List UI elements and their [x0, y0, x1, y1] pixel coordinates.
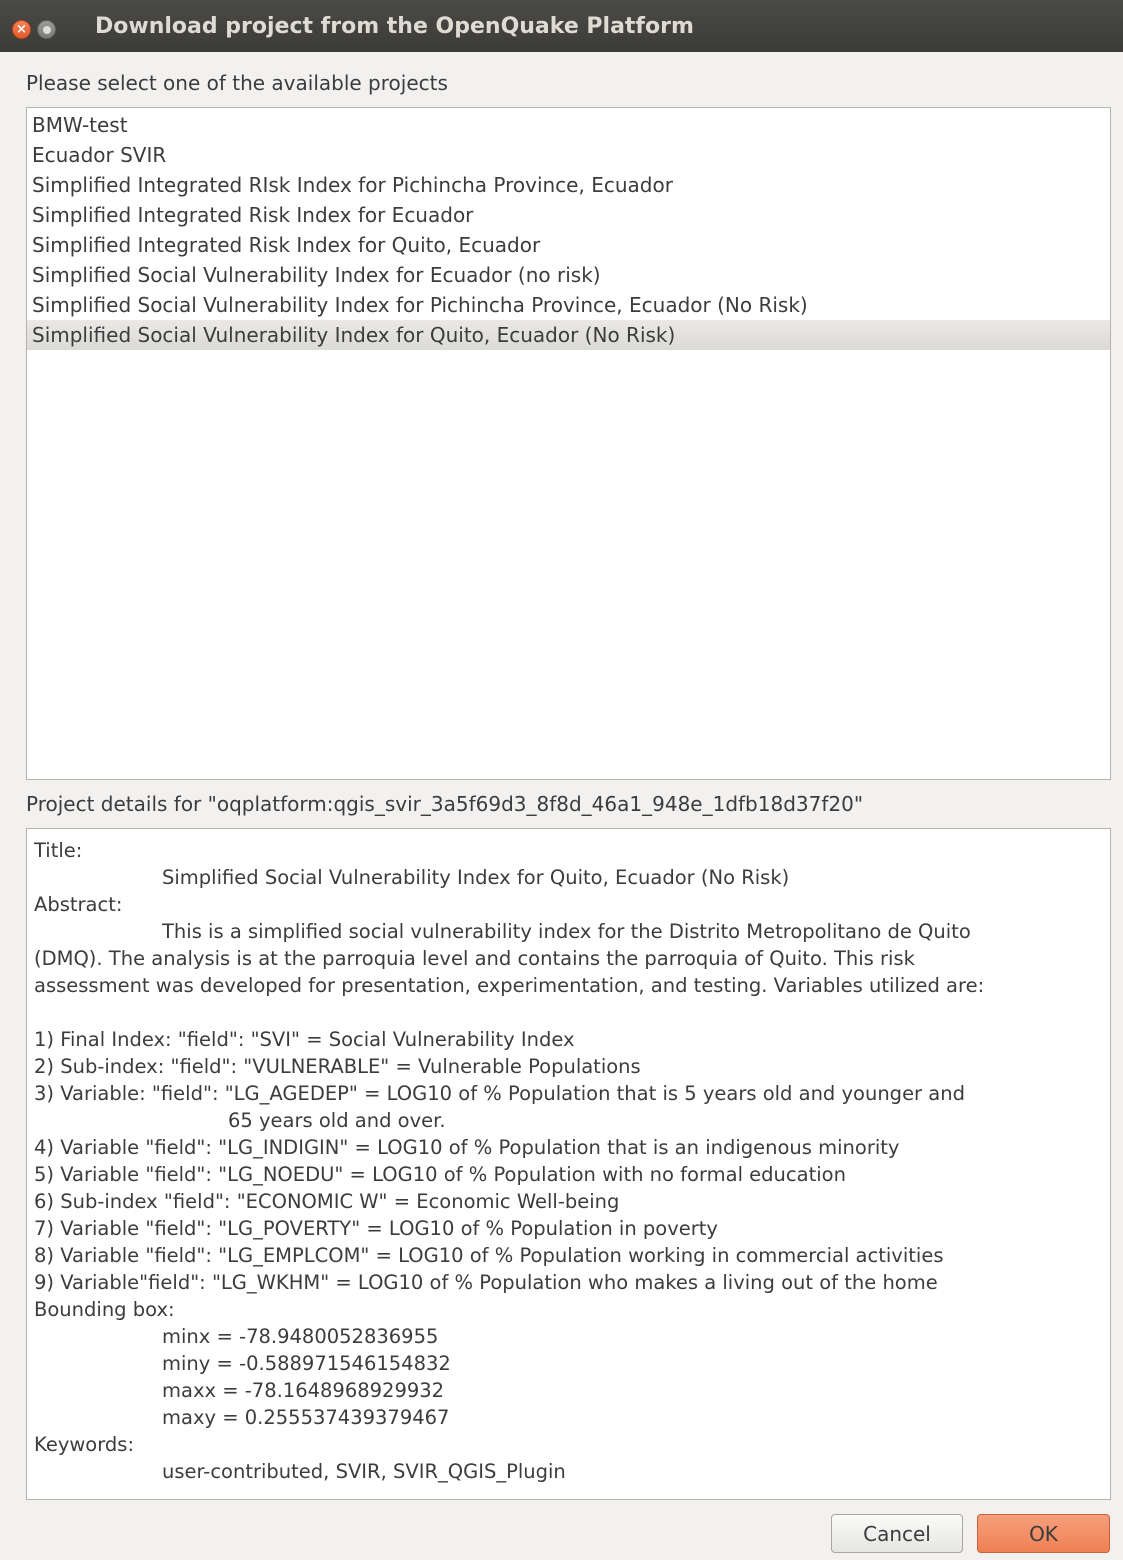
cancel-button-label: Cancel	[863, 1521, 931, 1546]
list-item[interactable]: Simplified Social Vulnerability Index fo…	[27, 290, 1110, 320]
title-bar[interactable]: × Download project from the OpenQuake Pl…	[0, 0, 1123, 52]
abstract-line: (DMQ). The analysis is at the parroquia …	[34, 947, 915, 970]
list-item-selected[interactable]: Simplified Social Vulnerability Index fo…	[27, 320, 1110, 350]
variable-line: 2) Sub-index: "field": "VULNERABLE" = Vu…	[34, 1055, 641, 1078]
projects-prompt: Please select one of the available proje…	[26, 71, 448, 95]
bbox-value: miny = -0.588971546154832	[162, 1352, 451, 1375]
list-item[interactable]: Simplified Integrated Risk Index for Ecu…	[27, 200, 1110, 230]
title-value: Simplified Social Vulnerability Index fo…	[162, 866, 790, 889]
list-item[interactable]: Simplified Integrated RIsk Index for Pic…	[27, 170, 1110, 200]
details-header: Project details for "oqplatform:qgis_svi…	[26, 792, 864, 816]
variable-line: 5) Variable "field": "LG_NOEDU" = LOG10 …	[34, 1163, 846, 1186]
list-item[interactable]: Simplified Integrated Risk Index for Qui…	[27, 230, 1110, 260]
bbox-value: minx = -78.9480052836955	[162, 1325, 439, 1348]
list-item[interactable]: BMW-test	[27, 110, 1110, 140]
abstract-label: Abstract:	[34, 893, 123, 916]
cancel-button[interactable]: Cancel	[831, 1514, 963, 1553]
project-details-text[interactable]: Title: Simplified Social Vulnerability I…	[26, 828, 1111, 1500]
keywords-label: Keywords:	[34, 1433, 135, 1456]
variable-line: 9) Variable"field": "LG_WKHM" = LOG10 of…	[34, 1271, 938, 1294]
ok-button[interactable]: OK	[977, 1514, 1110, 1553]
list-item[interactable]: Ecuador SVIR	[27, 140, 1110, 170]
projects-list[interactable]: BMW-test Ecuador SVIR Simplified Integra…	[26, 107, 1111, 780]
ok-button-label: OK	[1029, 1521, 1058, 1546]
variable-line: 65 years old and over.	[228, 1109, 446, 1132]
variable-line: 1) Final Index: "field": "SVI" = Social …	[34, 1028, 575, 1051]
variable-line: 4) Variable "field": "LG_INDIGIN" = LOG1…	[34, 1136, 900, 1159]
download-project-dialog: × Download project from the OpenQuake Pl…	[0, 0, 1123, 1560]
list-item[interactable]: Simplified Social Vulnerability Index fo…	[27, 260, 1110, 290]
bbox-label: Bounding box:	[34, 1298, 175, 1321]
close-icon[interactable]: ×	[12, 20, 31, 39]
variable-line: 6) Sub-index "field": "ECONOMIC W" = Eco…	[34, 1190, 620, 1213]
variable-line: 7) Variable "field": "LG_POVERTY" = LOG1…	[34, 1217, 718, 1240]
abstract-line: This is a simplified social vulnerabilit…	[162, 920, 971, 943]
title-label: Title:	[34, 839, 83, 862]
abstract-line: assessment was developed for presentatio…	[34, 974, 985, 997]
bbox-value: maxy = 0.255537439379467	[162, 1406, 450, 1429]
bbox-value: maxx = -78.1648968929932	[162, 1379, 445, 1402]
window-title: Download project from the OpenQuake Plat…	[95, 14, 694, 39]
minimize-icon[interactable]	[37, 20, 56, 39]
variable-line: 3) Variable: "field": "LG_AGEDEP" = LOG1…	[34, 1082, 965, 1105]
keywords-value: user-contributed, SVIR, SVIR_QGIS_Plugin	[162, 1460, 566, 1483]
variable-line: 8) Variable "field": "LG_EMPLCOM" = LOG1…	[34, 1244, 944, 1267]
